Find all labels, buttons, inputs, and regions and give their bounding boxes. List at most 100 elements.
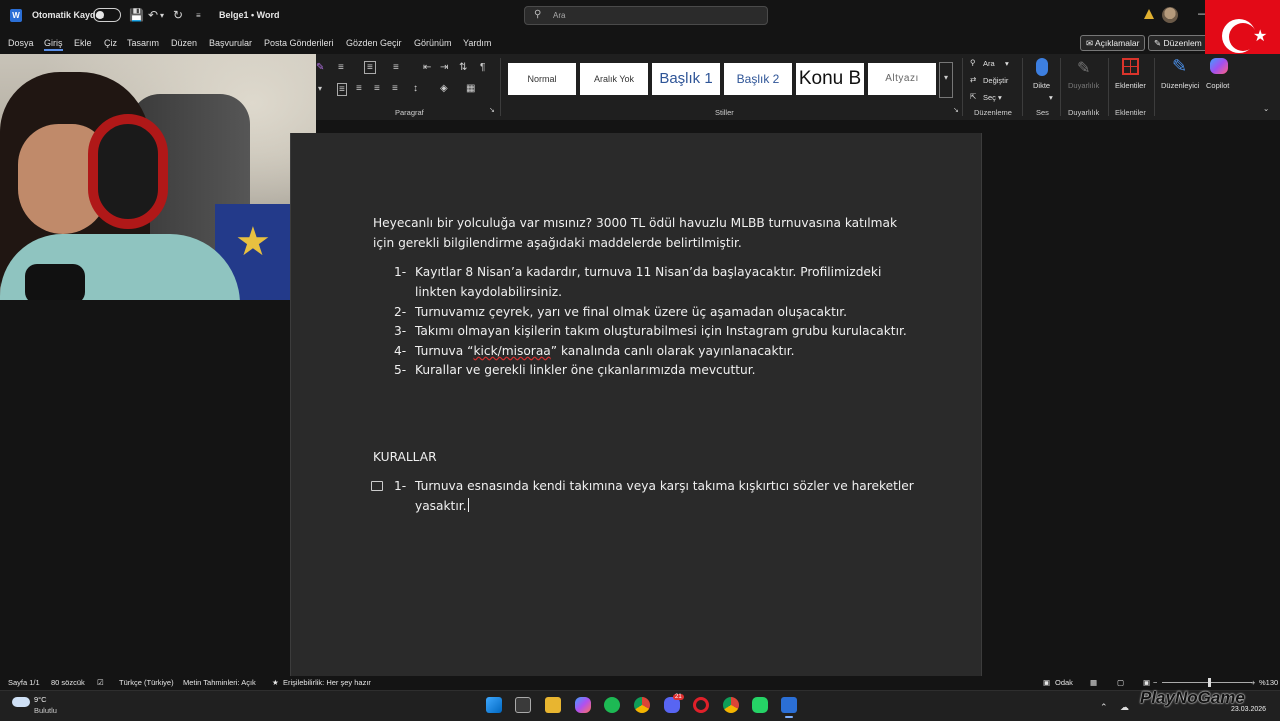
proofing-icon[interactable]: ☑ — [97, 678, 104, 687]
styles-more-icon[interactable]: ▾ — [939, 62, 953, 98]
web-layout-icon[interactable]: ▣ — [1143, 678, 1150, 687]
zoom-slider-handle[interactable] — [1208, 678, 1211, 687]
find-icon[interactable]: ⚲ — [970, 58, 976, 67]
accessibility-indicator[interactable]: Erişilebilirlik: Her şey hazır — [283, 678, 371, 687]
zoom-slider[interactable] — [1162, 682, 1252, 683]
align-left-icon[interactable]: ≡ — [337, 83, 347, 96]
accessibility-icon[interactable]: ★ — [272, 678, 279, 687]
language-indicator[interactable]: Türkçe (Türkiye) — [119, 678, 174, 687]
zoom-level[interactable]: %130 — [1259, 678, 1278, 687]
focus-icon[interactable]: ▣ — [1043, 678, 1050, 687]
text-predictions-indicator[interactable]: Metin Tahminleri: Açık — [183, 678, 256, 687]
align-right-icon[interactable]: ≡ — [374, 83, 380, 94]
style-heading-2[interactable]: Başlık 2 — [724, 63, 792, 95]
print-layout-icon[interactable]: ▢ — [1117, 678, 1124, 687]
cloud-icon[interactable] — [12, 697, 30, 707]
task-view-icon[interactable] — [515, 697, 531, 713]
style-heading-1[interactable]: Başlık 1 — [652, 63, 720, 95]
select-button[interactable]: Seç — [983, 93, 996, 102]
weather-temperature[interactable]: 9°C — [34, 695, 47, 704]
copilot-app-icon[interactable] — [575, 697, 591, 713]
warning-icon[interactable] — [1144, 9, 1154, 19]
tab-duzen[interactable]: Düzen — [171, 38, 197, 48]
tray-cloud-icon[interactable]: ☁ — [1120, 702, 1129, 713]
chrome-icon[interactable] — [634, 697, 650, 713]
autosave-toggle[interactable] — [93, 8, 121, 22]
align-center-icon[interactable]: ≡ — [356, 83, 362, 94]
spelling-error-text[interactable]: kick/misoraa — [473, 344, 550, 358]
style-normal[interactable]: Normal — [508, 63, 576, 95]
tab-gorunum[interactable]: Görünüm — [414, 38, 452, 48]
ribbon-collapse-icon[interactable]: ⌄ — [1263, 104, 1269, 113]
comments-button[interactable]: ✉ Açıklamalar — [1080, 35, 1146, 51]
spotify-icon[interactable] — [604, 697, 620, 713]
save-icon[interactable]: 💾 — [129, 8, 144, 22]
opera-icon[interactable] — [693, 697, 709, 713]
bullets-icon[interactable]: ≡ — [338, 62, 344, 73]
tab-yardim[interactable]: Yardım — [463, 38, 491, 48]
file-explorer-icon[interactable] — [545, 697, 561, 713]
addins-button[interactable]: Eklentiler — [1115, 81, 1146, 90]
tab-ciz[interactable]: Çiz — [104, 38, 117, 48]
chrome-alt-icon[interactable] — [723, 697, 739, 713]
dictate-dropdown-icon[interactable]: ▾ — [1049, 93, 1053, 102]
comment-icon[interactable] — [371, 481, 383, 491]
sort-icon[interactable]: ⇅ — [459, 62, 467, 73]
document-page[interactable]: Heyecanlı bir yolculuğa var mısınız? 300… — [290, 133, 982, 678]
shading-icon[interactable]: ◈ — [440, 83, 448, 94]
find-dropdown-icon[interactable]: ▾ — [1005, 59, 1009, 68]
customize-toolbar-icon[interactable]: ≡ — [196, 11, 201, 20]
undo-dropdown-icon[interactable]: ▾ — [160, 11, 164, 20]
redo-icon[interactable]: ↻ — [173, 8, 183, 22]
replace-icon[interactable]: ⇄ — [970, 75, 976, 84]
style-no-spacing[interactable]: Aralık Yok — [580, 63, 648, 95]
page-count[interactable]: Sayfa 1/1 — [8, 678, 40, 687]
undo-icon[interactable]: ↶ — [148, 8, 158, 22]
tab-basvurular[interactable]: Başvurular — [209, 38, 252, 48]
focus-button[interactable]: Odak — [1055, 678, 1073, 687]
paragraph-launcher-icon[interactable]: ↘ — [489, 106, 495, 114]
tab-dosya[interactable]: Dosya — [8, 38, 34, 48]
select-dropdown-icon[interactable]: ▾ — [998, 93, 1002, 102]
font-dropdown-icon[interactable]: ▾ — [318, 84, 322, 93]
zoom-out-icon[interactable]: − — [1153, 678, 1157, 687]
editing-mode-button[interactable]: ✎ Düzenlem — [1148, 35, 1208, 51]
word-count[interactable]: 80 sözcük — [51, 678, 85, 687]
editor-icon[interactable]: ✎ — [1172, 56, 1187, 77]
tray-expand-icon[interactable]: ⌃ — [1100, 702, 1108, 713]
read-mode-icon[interactable]: ▦ — [1090, 678, 1097, 687]
replace-button[interactable]: Değiştir — [983, 76, 1008, 85]
copilot-button[interactable]: Copilot — [1206, 81, 1229, 90]
multilevel-list-icon[interactable]: ≡ — [393, 62, 399, 73]
justify-icon[interactable]: ≡ — [392, 83, 398, 94]
decrease-indent-icon[interactable]: ⇤ — [423, 62, 431, 73]
tab-posta-gonderileri[interactable]: Posta Gönderileri — [264, 38, 334, 48]
search-box[interactable]: ⚲ Ara — [524, 6, 768, 25]
microphone-icon[interactable] — [1036, 58, 1048, 76]
line-spacing-icon[interactable]: ↕ — [413, 83, 418, 94]
editor-button[interactable]: Düzenleyici — [1161, 81, 1199, 90]
tab-gozden-gecir[interactable]: Gözden Geçir — [346, 38, 402, 48]
numbering-icon[interactable]: ≡ — [364, 61, 376, 74]
tab-giris[interactable]: Giriş — [44, 38, 63, 51]
tab-ekle[interactable]: Ekle — [74, 38, 92, 48]
copilot-icon[interactable] — [1210, 58, 1228, 74]
tab-tasarim[interactable]: Tasarım — [127, 38, 159, 48]
increase-indent-icon[interactable]: ⇥ — [440, 62, 448, 73]
styles-launcher-icon[interactable]: ↘ — [953, 106, 959, 114]
find-button[interactable]: Ara — [983, 59, 995, 68]
weather-description[interactable]: Bulutlu — [34, 706, 57, 715]
dictate-button[interactable]: Dikte — [1033, 81, 1050, 90]
select-icon[interactable]: ⇱ — [970, 92, 976, 101]
show-formatting-icon[interactable]: ¶ — [480, 62, 485, 73]
whatsapp-icon[interactable] — [752, 697, 768, 713]
format-painter-icon[interactable]: ✎ — [316, 62, 324, 73]
borders-icon[interactable]: ▦ — [466, 83, 475, 94]
avatar[interactable] — [1162, 7, 1178, 23]
zoom-in-icon[interactable]: + — [1251, 678, 1255, 687]
taskbar-date[interactable]: 23.03.2026 — [1231, 706, 1266, 713]
style-subtitle[interactable]: Altyazı — [868, 63, 936, 95]
style-title[interactable]: Konu B — [796, 63, 864, 95]
windows-start-icon[interactable] — [486, 697, 502, 713]
word-taskbar-icon[interactable] — [781, 697, 797, 713]
